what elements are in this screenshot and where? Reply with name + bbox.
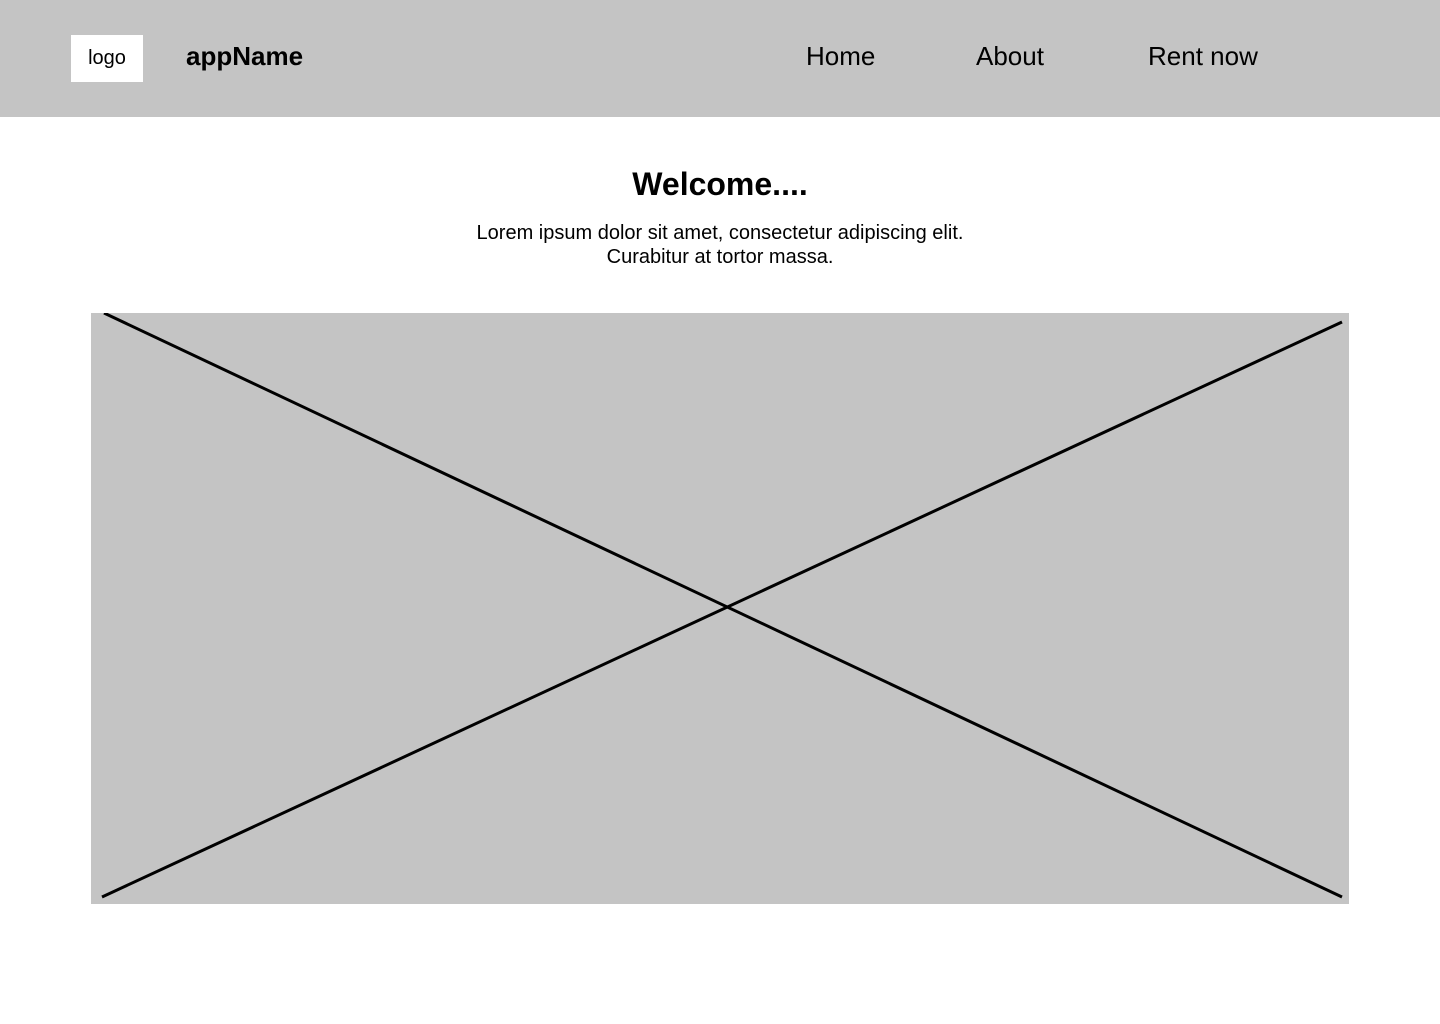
logo[interactable]: logo [71, 35, 143, 82]
nav-rent-now-link[interactable]: Rent now [1148, 40, 1258, 72]
page-title: Welcome.... [632, 166, 808, 202]
image-placeholder-icon [101, 313, 1343, 899]
nav-about-link[interactable]: About [976, 40, 1044, 72]
top-header: logo appName Home About Rent now [0, 0, 1440, 117]
nav-home-link[interactable]: Home [806, 40, 875, 72]
hero-image-placeholder [91, 313, 1349, 904]
welcome-description: Lorem ipsum dolor sit amet, consectetur … [476, 222, 964, 268]
app-name: appName [186, 41, 304, 71]
logo-label: logo [88, 47, 126, 69]
